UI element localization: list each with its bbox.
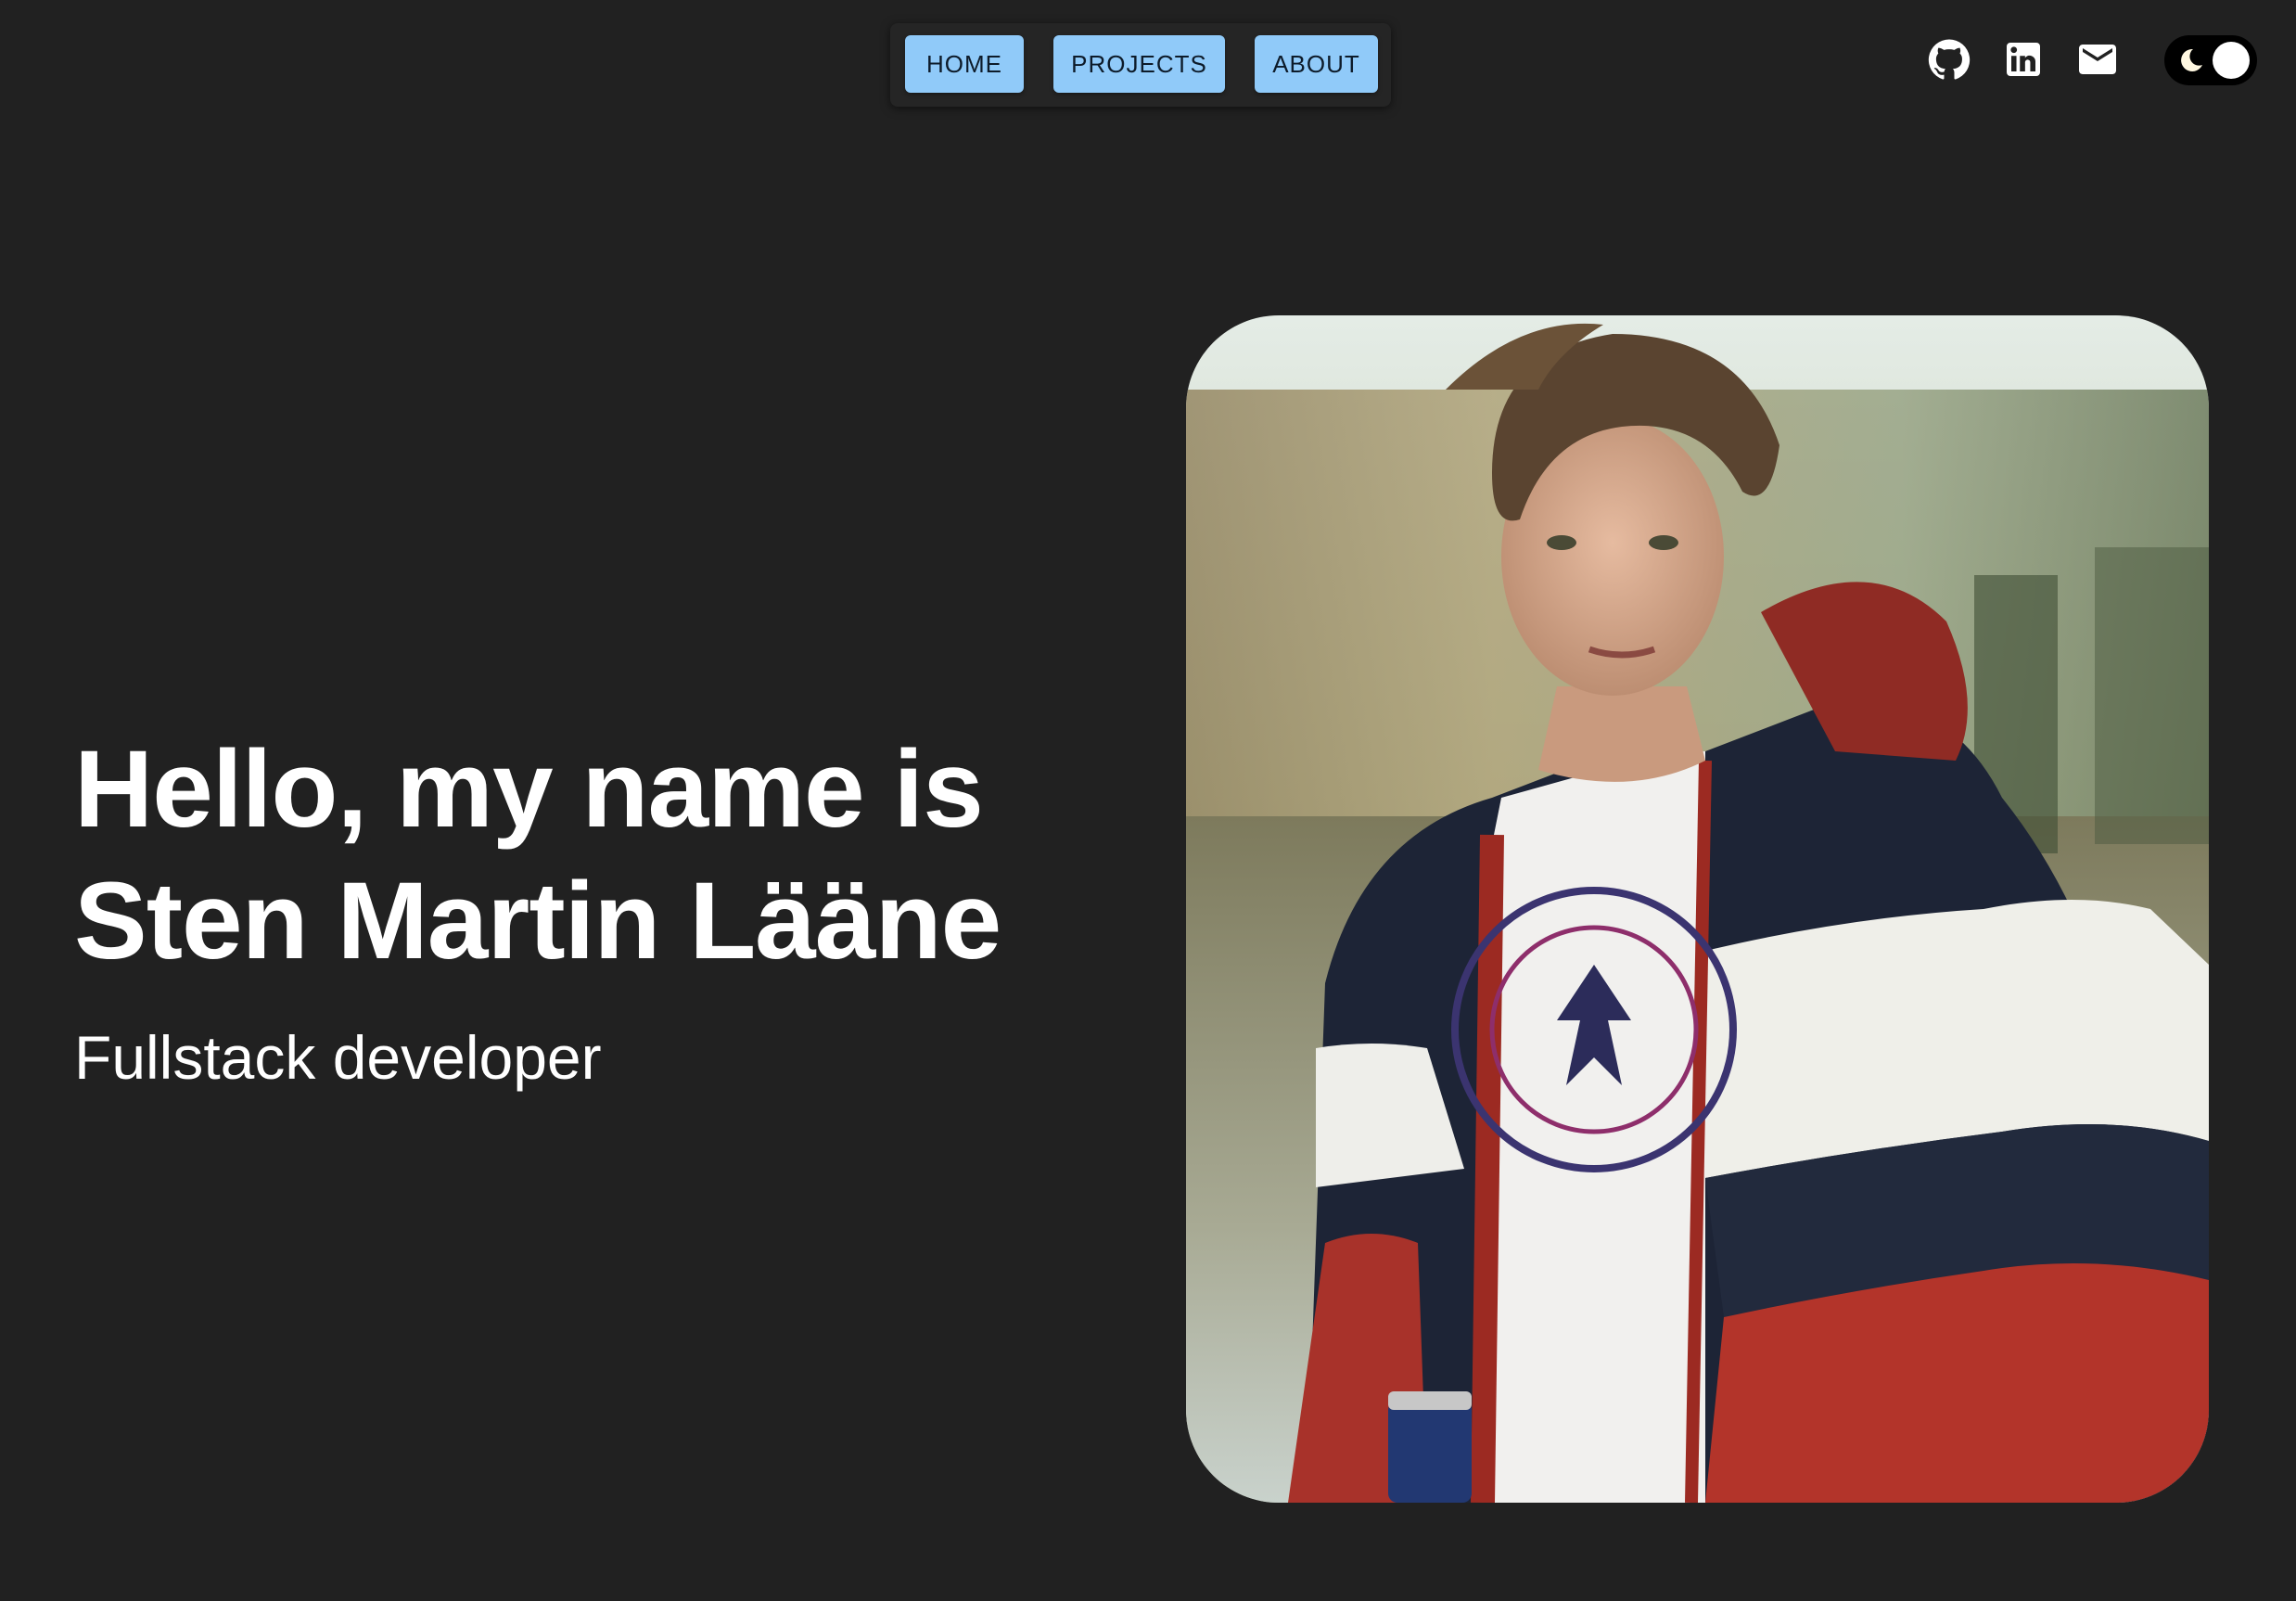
hero-subtitle: Fullstack developer bbox=[74, 1023, 602, 1092]
moon-icon bbox=[2181, 48, 2202, 71]
email-link[interactable] bbox=[2073, 35, 2122, 83]
profile-photo bbox=[1186, 315, 2209, 1503]
theme-toggle[interactable] bbox=[2164, 35, 2257, 85]
nav-projects-button[interactable]: PROJECTS bbox=[1053, 35, 1225, 93]
nav-about-button[interactable]: ABOUT bbox=[1255, 35, 1378, 93]
page: HOME PROJECTS ABOUT Hello, my name is St… bbox=[0, 0, 2296, 1601]
email-icon bbox=[2079, 45, 2116, 74]
hero-heading-name: Sten Martin Lääne bbox=[74, 860, 1001, 982]
hero-heading: Hello, my name is Sten Martin Lääne bbox=[74, 724, 1141, 987]
github-link[interactable] bbox=[1925, 35, 1973, 83]
hero-heading-line1: Hello, my name is bbox=[74, 728, 984, 851]
toggle-knob bbox=[2213, 42, 2250, 79]
nav-home-button[interactable]: HOME bbox=[905, 35, 1024, 93]
github-icon bbox=[1928, 39, 1971, 80]
linkedin-icon bbox=[2007, 43, 2040, 76]
linkedin-link[interactable] bbox=[1999, 35, 2047, 83]
